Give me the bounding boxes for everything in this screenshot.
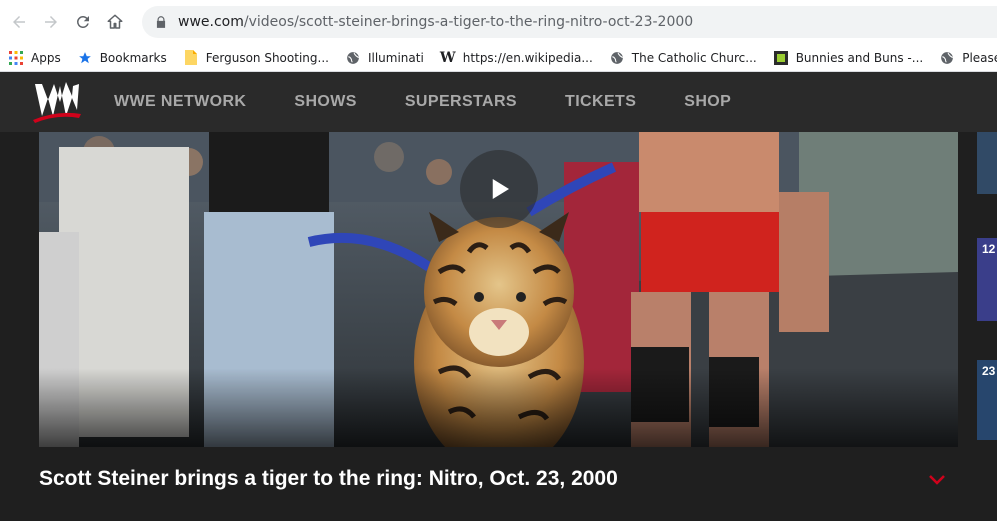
bookmark-label: Ferguson Shooting...	[205, 50, 329, 65]
bookmark-label: Bunnies and Buns -...	[795, 50, 924, 65]
url-text: wwe.com/videos/scott-steiner-brings-a-ti…	[178, 14, 693, 30]
play-button[interactable]	[460, 150, 538, 228]
related-video-thumb[interactable]	[977, 132, 997, 194]
bookmarks-bar: Apps Bookmarks Ferguson Shooting... Illu…	[0, 44, 997, 72]
site-favicon-icon	[773, 50, 789, 66]
bookmark-label: The Catholic Churc...	[631, 50, 757, 65]
bookmark-catholic[interactable]: The Catholic Churc...	[609, 50, 757, 66]
home-button[interactable]	[102, 9, 128, 35]
thumb-duration: 23	[982, 364, 996, 378]
apps-grid-icon	[8, 50, 24, 66]
nav-superstars[interactable]: SUPERSTARS	[405, 93, 517, 111]
video-player[interactable]	[39, 132, 958, 447]
lock-icon	[156, 16, 166, 28]
nav-wwe-network[interactable]: WWE NETWORK	[114, 93, 246, 111]
thumb-duration: 12	[982, 242, 996, 256]
bookmark-label: Bookmarks	[99, 50, 167, 65]
related-video-thumb[interactable]: 23	[977, 360, 997, 440]
bookmark-apps[interactable]: Apps	[8, 50, 61, 66]
forward-button[interactable]	[38, 9, 64, 35]
nav-shows[interactable]: SHOWS	[294, 93, 356, 111]
site-header: WWE NETWORK SHOWS SUPERSTARS TICKETS SHO…	[0, 72, 997, 132]
bookmark-label: Apps	[31, 50, 61, 65]
bookmark-label: https://en.wikipedia...	[462, 50, 593, 65]
reload-icon	[76, 15, 89, 28]
browser-toolbar: wwe.com/videos/scott-steiner-brings-a-ti…	[0, 0, 997, 44]
address-bar[interactable]: wwe.com/videos/scott-steiner-brings-a-ti…	[142, 6, 997, 38]
bookmark-ferguson[interactable]: Ferguson Shooting...	[183, 50, 329, 66]
globe-icon	[939, 50, 955, 66]
url-path: /videos/scott-steiner-brings-a-tiger-to-…	[243, 14, 694, 30]
wikipedia-icon: W	[439, 49, 456, 66]
bookmark-label: Pleasenoguitar.mp	[962, 50, 997, 65]
play-icon	[492, 179, 509, 199]
folder-icon	[183, 50, 199, 66]
chevron-down-icon[interactable]	[928, 474, 946, 486]
main-content: 12 23 Scott Steiner brings a tiger to th…	[0, 132, 997, 521]
arrow-right-icon	[45, 16, 57, 28]
star-icon	[77, 50, 93, 66]
bookmark-wikipedia[interactable]: W https://en.wikipedia...	[440, 50, 593, 66]
bookmark-label: Illuminati	[367, 50, 424, 65]
related-video-thumb[interactable]: 12	[977, 238, 997, 321]
bookmark-bookmarks[interactable]: Bookmarks	[77, 50, 167, 66]
globe-icon	[345, 50, 361, 66]
nav-shop[interactable]: SHOP	[684, 93, 731, 111]
nav-tickets[interactable]: TICKETS	[565, 93, 636, 111]
home-icon	[107, 14, 123, 29]
reload-button[interactable]	[70, 9, 96, 35]
wwe-logo-icon[interactable]	[33, 80, 81, 124]
back-button[interactable]	[6, 9, 32, 35]
bookmark-illuminati[interactable]: Illuminati	[345, 50, 424, 66]
bookmark-pleasenoguitar[interactable]: Pleasenoguitar.mp	[939, 50, 997, 66]
arrow-left-icon	[13, 16, 25, 28]
url-host: wwe.com	[178, 14, 244, 30]
globe-icon	[609, 50, 625, 66]
bookmark-bunnies[interactable]: Bunnies and Buns -...	[773, 50, 924, 66]
video-title: Scott Steiner brings a tiger to the ring…	[39, 467, 618, 490]
